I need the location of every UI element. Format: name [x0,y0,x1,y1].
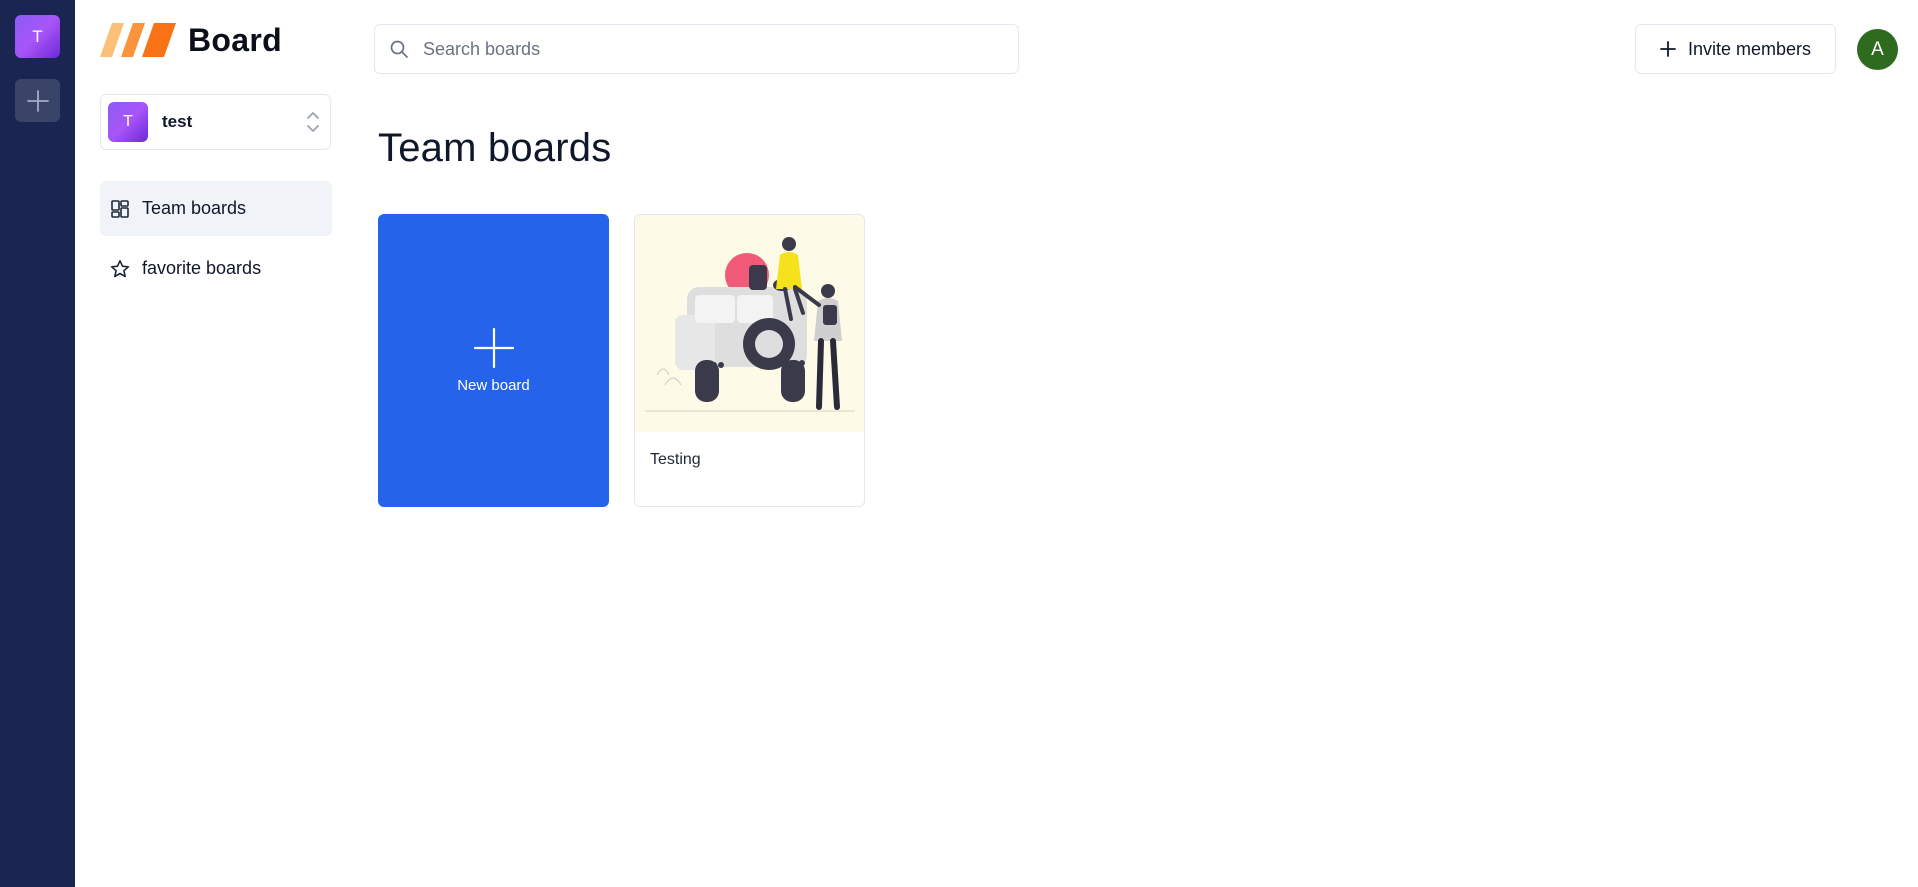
page-title: Team boards [378,126,612,170]
plus-icon [473,327,514,369]
org-name: test [162,112,193,131]
current-org-button[interactable]: T [15,15,60,58]
board-card[interactable]: Testing [634,214,865,507]
star-icon [110,259,130,277]
layout-dashboard-icon [111,199,129,218]
board-title: Testing [650,451,701,468]
new-board-label: New board [457,377,530,394]
nav-item-label: favorite boards [142,258,262,278]
sidebar: Board T test Team boards favorite boards [75,0,345,887]
board-thumbnail-image [635,215,864,432]
nav-item-favorite-boards[interactable]: favorite boards [100,241,332,296]
new-board-button[interactable]: New board [378,214,609,507]
search-input[interactable] [421,37,985,61]
nav-item-team-boards[interactable]: Team boards [100,181,332,236]
search-box[interactable] [374,24,1019,74]
user-avatar[interactable]: A [1857,29,1898,70]
plus-icon [26,89,49,112]
nav-item-label: Team boards [142,198,247,218]
invite-members-label: Invite members [1687,38,1812,59]
org-initial: T [32,26,43,46]
plus-icon [1660,41,1676,57]
org-avatar: T [108,102,148,142]
chevrons-up-down-icon [307,112,319,132]
org-switcher[interactable]: T test [100,94,331,150]
user-avatar-initial: A [1871,38,1884,60]
logo-stripes-icon [100,23,176,57]
invite-members-button[interactable]: Invite members [1635,24,1836,74]
org-rail: T [0,0,75,887]
org-avatar-initial: T [123,113,133,130]
add-org-button[interactable] [15,79,60,122]
app-logo[interactable]: Board [100,21,282,58]
search-icon [390,40,408,58]
logo-text: Board [188,21,282,58]
